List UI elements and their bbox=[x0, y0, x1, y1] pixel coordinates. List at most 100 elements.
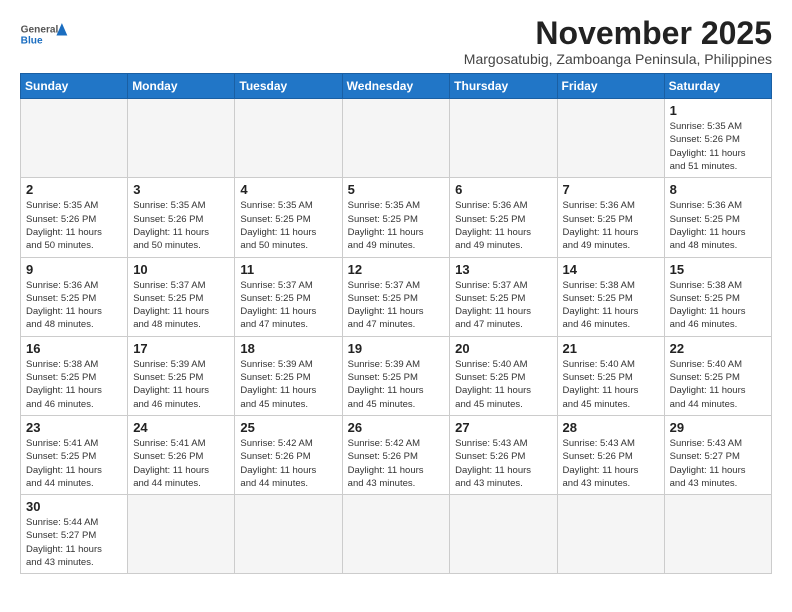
week-row-5: 23 Sunrise: 5:41 AMSunset: 5:25 PMDayligh… bbox=[21, 415, 772, 494]
day-cell: 4 Sunrise: 5:35 AMSunset: 5:25 PMDaylight… bbox=[235, 178, 342, 257]
day-info: Sunrise: 5:35 AMSunset: 5:25 PMDaylight:… bbox=[240, 199, 336, 252]
day-cell: 3 Sunrise: 5:35 AMSunset: 5:26 PMDaylight… bbox=[128, 178, 235, 257]
title-area: November 2025 Margosatubig, Zamboanga Pe… bbox=[464, 16, 772, 67]
day-number: 28 bbox=[563, 420, 659, 435]
day-cell: 19 Sunrise: 5:39 AMSunset: 5:25 PMDayligh… bbox=[342, 336, 450, 415]
day-info: Sunrise: 5:43 AMSunset: 5:26 PMDaylight:… bbox=[563, 437, 659, 490]
day-number: 22 bbox=[670, 341, 766, 356]
day-cell: 30 Sunrise: 5:44 AMSunset: 5:27 PMDayligh… bbox=[21, 495, 128, 574]
day-info: Sunrise: 5:36 AMSunset: 5:25 PMDaylight:… bbox=[455, 199, 551, 252]
day-cell bbox=[235, 99, 342, 178]
day-cell bbox=[557, 99, 664, 178]
week-row-4: 16 Sunrise: 5:38 AMSunset: 5:25 PMDayligh… bbox=[21, 336, 772, 415]
day-number: 30 bbox=[26, 499, 122, 514]
day-cell bbox=[21, 99, 128, 178]
month-title: November 2025 bbox=[464, 16, 772, 51]
day-cell: 26 Sunrise: 5:42 AMSunset: 5:26 PMDayligh… bbox=[342, 415, 450, 494]
day-cell: 18 Sunrise: 5:39 AMSunset: 5:25 PMDayligh… bbox=[235, 336, 342, 415]
day-number: 27 bbox=[455, 420, 551, 435]
day-info: Sunrise: 5:41 AMSunset: 5:25 PMDaylight:… bbox=[26, 437, 122, 490]
week-row-1: 1 Sunrise: 5:35 AMSunset: 5:26 PMDaylight… bbox=[21, 99, 772, 178]
day-number: 7 bbox=[563, 182, 659, 197]
day-cell: 13Sunrise: 5:37 AMSunset: 5:25 PMDayligh… bbox=[450, 257, 557, 336]
day-info: Sunrise: 5:36 AMSunset: 5:25 PMDaylight:… bbox=[26, 279, 122, 332]
day-info: Sunrise: 5:39 AMSunset: 5:25 PMDaylight:… bbox=[240, 358, 336, 411]
day-info: Sunrise: 5:39 AMSunset: 5:25 PMDaylight:… bbox=[348, 358, 445, 411]
day-cell: 28 Sunrise: 5:43 AMSunset: 5:26 PMDayligh… bbox=[557, 415, 664, 494]
day-number: 8 bbox=[670, 182, 766, 197]
subtitle: Margosatubig, Zamboanga Peninsula, Phili… bbox=[464, 51, 772, 67]
day-cell: 2 Sunrise: 5:35 AMSunset: 5:26 PMDaylight… bbox=[21, 178, 128, 257]
day-cell: 9 Sunrise: 5:36 AMSunset: 5:25 PMDaylight… bbox=[21, 257, 128, 336]
day-number: 5 bbox=[348, 182, 445, 197]
day-cell: 7 Sunrise: 5:36 AMSunset: 5:25 PMDaylight… bbox=[557, 178, 664, 257]
day-cell bbox=[450, 495, 557, 574]
day-cell bbox=[235, 495, 342, 574]
day-cell: 29 Sunrise: 5:43 AMSunset: 5:27 PMDayligh… bbox=[664, 415, 771, 494]
day-info: Sunrise: 5:38 AMSunset: 5:25 PMDaylight:… bbox=[670, 279, 766, 332]
day-number: 29 bbox=[670, 420, 766, 435]
day-cell: 10Sunrise: 5:37 AMSunset: 5:25 PMDayligh… bbox=[128, 257, 235, 336]
day-info: Sunrise: 5:44 AMSunset: 5:27 PMDaylight:… bbox=[26, 516, 122, 569]
day-cell: 17 Sunrise: 5:39 AMSunset: 5:25 PMDayligh… bbox=[128, 336, 235, 415]
day-number: 23 bbox=[26, 420, 122, 435]
day-number: 19 bbox=[348, 341, 445, 356]
day-number: 4 bbox=[240, 182, 336, 197]
day-cell: 24 Sunrise: 5:41 AMSunset: 5:26 PMDayligh… bbox=[128, 415, 235, 494]
day-cell: 21Sunrise: 5:40 AMSunset: 5:25 PMDayligh… bbox=[557, 336, 664, 415]
day-number: 26 bbox=[348, 420, 445, 435]
day-number: 24 bbox=[133, 420, 229, 435]
day-cell: 12Sunrise: 5:37 AMSunset: 5:25 PMDayligh… bbox=[342, 257, 450, 336]
day-info: Sunrise: 5:37 AMSunset: 5:25 PMDaylight:… bbox=[455, 279, 551, 332]
day-info: Sunrise: 5:42 AMSunset: 5:26 PMDaylight:… bbox=[348, 437, 445, 490]
day-cell: 15 Sunrise: 5:38 AMSunset: 5:25 PMDayligh… bbox=[664, 257, 771, 336]
week-row-6: 30 Sunrise: 5:44 AMSunset: 5:27 PMDayligh… bbox=[21, 495, 772, 574]
day-info: Sunrise: 5:35 AMSunset: 5:26 PMDaylight:… bbox=[670, 120, 766, 173]
day-cell: 11Sunrise: 5:37 AMSunset: 5:25 PMDayligh… bbox=[235, 257, 342, 336]
day-number: 15 bbox=[670, 262, 766, 277]
day-cell: 27Sunrise: 5:43 AMSunset: 5:26 PMDayligh… bbox=[450, 415, 557, 494]
day-cell: 5 Sunrise: 5:35 AMSunset: 5:25 PMDaylight… bbox=[342, 178, 450, 257]
day-cell: 8 Sunrise: 5:36 AMSunset: 5:25 PMDaylight… bbox=[664, 178, 771, 257]
day-number: 3 bbox=[133, 182, 229, 197]
day-cell bbox=[342, 99, 450, 178]
day-number: 16 bbox=[26, 341, 122, 356]
day-info: Sunrise: 5:36 AMSunset: 5:25 PMDaylight:… bbox=[563, 199, 659, 252]
day-cell: 20Sunrise: 5:40 AMSunset: 5:25 PMDayligh… bbox=[450, 336, 557, 415]
week-row-3: 9 Sunrise: 5:36 AMSunset: 5:25 PMDaylight… bbox=[21, 257, 772, 336]
day-cell bbox=[557, 495, 664, 574]
header-cell-wednesday: Wednesday bbox=[342, 74, 450, 99]
day-info: Sunrise: 5:38 AMSunset: 5:25 PMDaylight:… bbox=[26, 358, 122, 411]
day-info: Sunrise: 5:35 AMSunset: 5:25 PMDaylight:… bbox=[348, 199, 445, 252]
day-number: 9 bbox=[26, 262, 122, 277]
calendar-table: SundayMondayTuesdayWednesdayThursdayFrid… bbox=[20, 73, 772, 574]
day-info: Sunrise: 5:43 AMSunset: 5:27 PMDaylight:… bbox=[670, 437, 766, 490]
day-cell: 22Sunrise: 5:40 AMSunset: 5:25 PMDayligh… bbox=[664, 336, 771, 415]
day-cell bbox=[664, 495, 771, 574]
day-cell bbox=[342, 495, 450, 574]
day-cell bbox=[450, 99, 557, 178]
day-info: Sunrise: 5:35 AMSunset: 5:26 PMDaylight:… bbox=[26, 199, 122, 252]
day-info: Sunrise: 5:39 AMSunset: 5:25 PMDaylight:… bbox=[133, 358, 229, 411]
day-info: Sunrise: 5:35 AMSunset: 5:26 PMDaylight:… bbox=[133, 199, 229, 252]
day-info: Sunrise: 5:36 AMSunset: 5:25 PMDaylight:… bbox=[670, 199, 766, 252]
day-cell: 1 Sunrise: 5:35 AMSunset: 5:26 PMDaylight… bbox=[664, 99, 771, 178]
day-cell bbox=[128, 99, 235, 178]
day-cell: 23 Sunrise: 5:41 AMSunset: 5:25 PMDayligh… bbox=[21, 415, 128, 494]
day-number: 1 bbox=[670, 103, 766, 118]
day-cell: 6 Sunrise: 5:36 AMSunset: 5:25 PMDaylight… bbox=[450, 178, 557, 257]
header-cell-saturday: Saturday bbox=[664, 74, 771, 99]
day-number: 18 bbox=[240, 341, 336, 356]
day-number: 17 bbox=[133, 341, 229, 356]
header: General Blue November 2025 Margosatubig,… bbox=[20, 16, 772, 67]
logo-icon: General Blue bbox=[20, 20, 68, 48]
day-info: Sunrise: 5:37 AMSunset: 5:25 PMDaylight:… bbox=[133, 279, 229, 332]
day-info: Sunrise: 5:41 AMSunset: 5:26 PMDaylight:… bbox=[133, 437, 229, 490]
day-number: 14 bbox=[563, 262, 659, 277]
day-number: 2 bbox=[26, 182, 122, 197]
svg-text:General: General bbox=[21, 24, 59, 35]
day-number: 20 bbox=[455, 341, 551, 356]
day-number: 6 bbox=[455, 182, 551, 197]
header-cell-thursday: Thursday bbox=[450, 74, 557, 99]
day-info: Sunrise: 5:37 AMSunset: 5:25 PMDaylight:… bbox=[348, 279, 445, 332]
